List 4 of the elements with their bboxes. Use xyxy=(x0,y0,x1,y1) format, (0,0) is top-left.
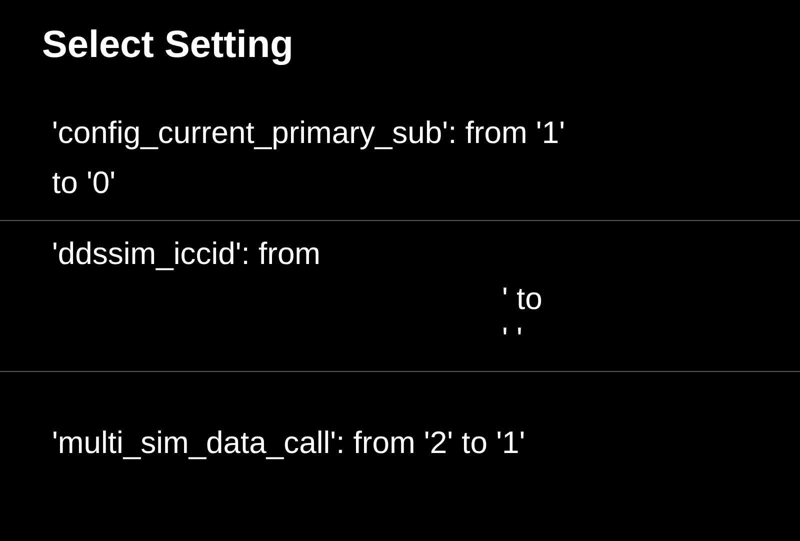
dialog-title: Select Setting xyxy=(42,23,294,68)
setting-item[interactable]: 'ddssim_iccid': from ' to ' ' xyxy=(0,221,800,371)
setting-item[interactable]: 'multi_sim_data_call': from '2' to '1' xyxy=(0,372,800,480)
setting-item[interactable]: 'config_current_primary_sub': from '1' to '0' xyxy=(0,100,800,220)
